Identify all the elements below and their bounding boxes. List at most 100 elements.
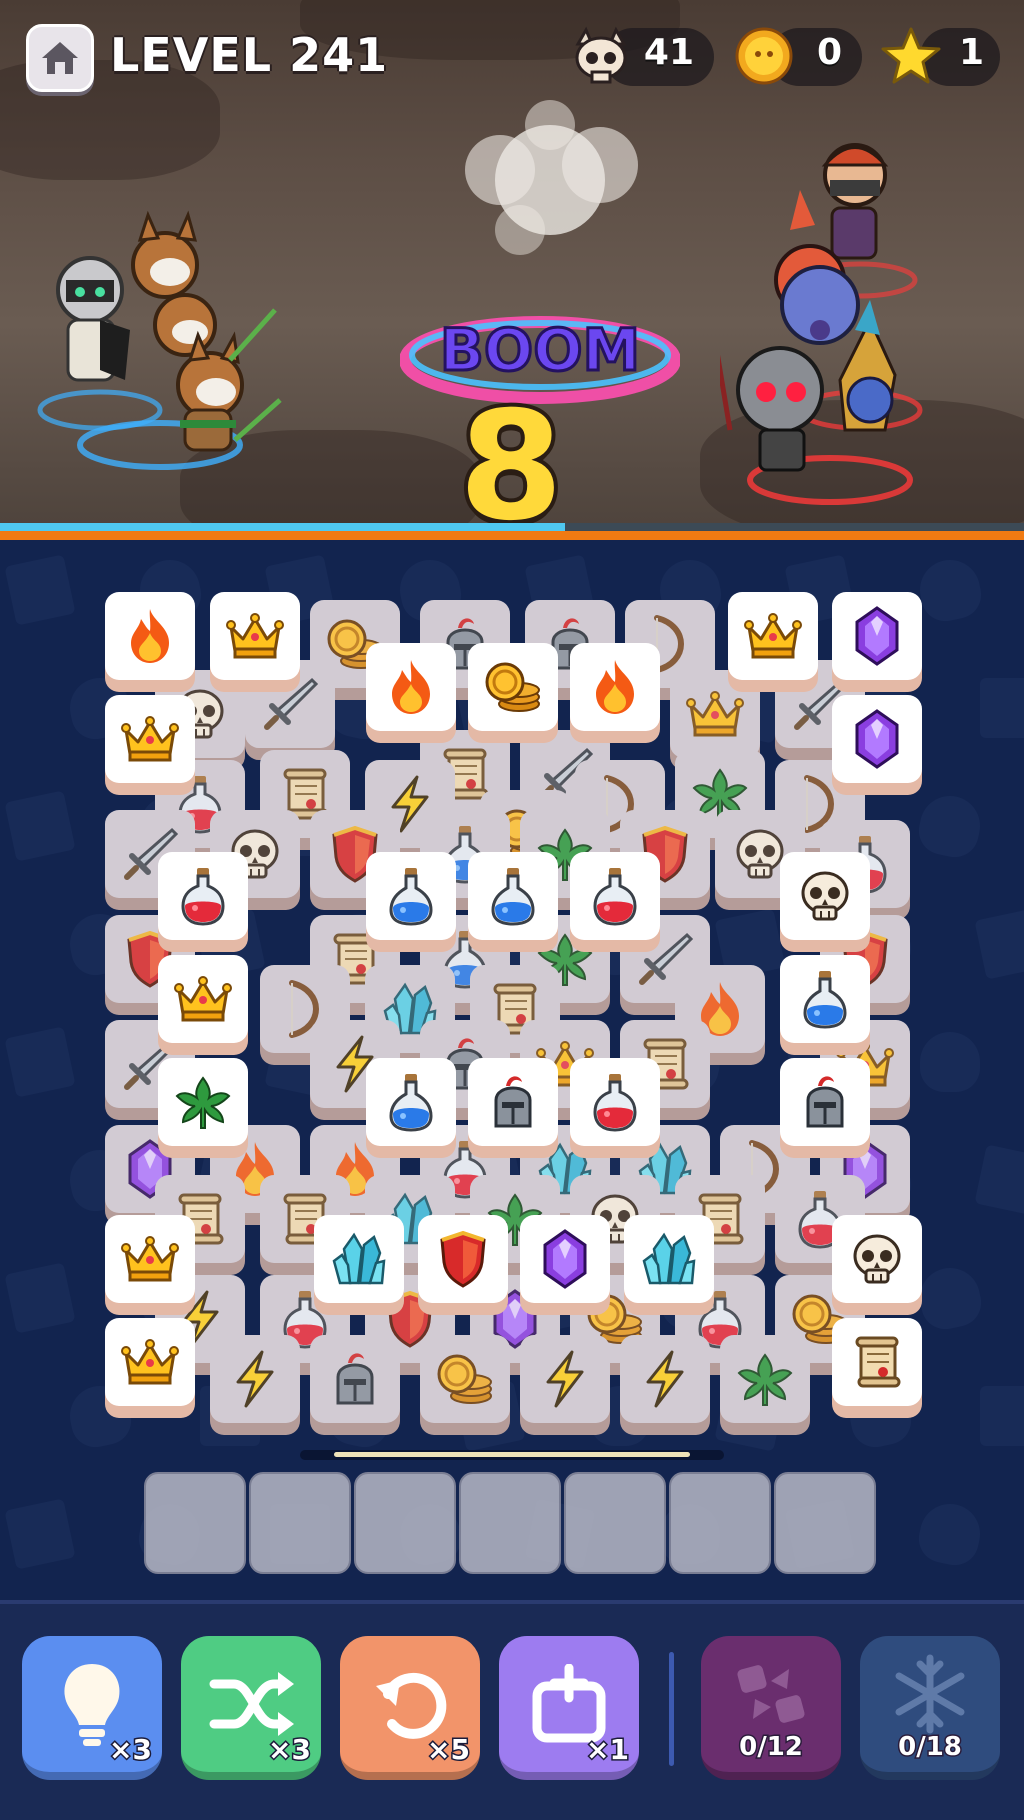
tile[interactable]	[468, 1058, 558, 1158]
board-pattern-shape	[4, 1498, 76, 1570]
tile-face	[570, 643, 660, 731]
tile[interactable]	[418, 1215, 508, 1315]
board-pattern-shape	[4, 1026, 76, 1098]
tile-face	[832, 1215, 922, 1303]
enemy-party	[720, 143, 923, 505]
tile-face	[210, 1335, 300, 1423]
home-button[interactable]	[26, 24, 94, 92]
tile-face	[780, 955, 870, 1043]
game-screen: BOOM 8 LEVEL 241 41 0 1 ×3 ×3 ×5 ×1 0/12…	[0, 0, 1024, 1820]
tile[interactable]	[570, 1058, 660, 1158]
crystal-icon	[330, 1231, 388, 1287]
battle-progress-fill	[0, 523, 565, 531]
tile	[210, 1335, 300, 1435]
tile-face	[314, 1215, 404, 1303]
potion-blue-icon	[801, 969, 849, 1029]
collapse-arrows-icon	[737, 1665, 805, 1723]
smoke-effect	[465, 100, 638, 255]
tile-face	[728, 592, 818, 680]
tile-face	[366, 643, 456, 731]
tile[interactable]	[158, 955, 248, 1055]
tile	[720, 1335, 810, 1435]
tile[interactable]	[105, 592, 195, 692]
shuffle-button[interactable]: ×3	[181, 1636, 321, 1780]
tile-face	[468, 852, 558, 940]
tile	[420, 1335, 510, 1435]
tile-face	[158, 1058, 248, 1146]
tile-face	[832, 1318, 922, 1406]
add-slot-button[interactable]: ×1	[499, 1636, 639, 1780]
tile[interactable]	[832, 695, 922, 795]
tile-face	[210, 592, 300, 680]
board-pattern-shape	[974, 908, 1024, 980]
tile-face	[832, 592, 922, 680]
hint-button[interactable]: ×3	[22, 1636, 162, 1780]
tile-face	[780, 852, 870, 940]
tile[interactable]	[158, 1058, 248, 1158]
potion-red-icon	[179, 866, 227, 926]
tray-slot	[669, 1472, 771, 1574]
tile[interactable]	[468, 643, 558, 743]
tile[interactable]	[314, 1215, 404, 1315]
lightning-icon	[542, 1350, 588, 1408]
tile[interactable]	[624, 1215, 714, 1315]
tray-slot	[774, 1472, 876, 1574]
board-pattern-shape	[914, 554, 986, 626]
tray-slot	[249, 1472, 351, 1574]
tile-face	[158, 852, 248, 940]
tile[interactable]	[728, 592, 818, 692]
tile[interactable]	[366, 1058, 456, 1158]
scroll-icon	[849, 1334, 905, 1390]
tile[interactable]	[780, 1058, 870, 1158]
tile[interactable]	[105, 695, 195, 795]
tile[interactable]	[520, 1215, 610, 1315]
collapse-button[interactable]: 0/12	[701, 1636, 841, 1780]
board-pattern-shape	[4, 790, 76, 862]
tray-slot	[354, 1472, 456, 1574]
tile[interactable]	[105, 1215, 195, 1315]
tile[interactable]	[780, 852, 870, 952]
add-slot-count: ×1	[585, 1732, 631, 1768]
hero-party	[37, 210, 282, 470]
tray-rail-highlight	[334, 1452, 690, 1457]
fire-icon	[123, 607, 177, 665]
freeze-button[interactable]: 0/18	[860, 1636, 1000, 1780]
board-pattern-shape	[980, 1386, 1024, 1446]
skull-icon	[851, 1232, 903, 1286]
tile[interactable]	[158, 852, 248, 952]
potion-red-icon	[591, 866, 639, 926]
tile[interactable]	[210, 592, 300, 692]
leaf-icon	[737, 1351, 793, 1407]
helmet-icon	[486, 1072, 540, 1132]
level-label: LEVEL 241	[110, 28, 389, 82]
tile[interactable]	[366, 643, 456, 743]
board-pattern-shape	[914, 1498, 986, 1570]
tile[interactable]	[570, 852, 660, 952]
undo-button[interactable]: ×5	[340, 1636, 480, 1780]
tile[interactable]	[366, 852, 456, 952]
crown-icon	[685, 691, 745, 737]
tile-face	[158, 955, 248, 1043]
tile	[520, 1335, 610, 1435]
lightning-icon	[642, 1350, 688, 1408]
skull-icon	[799, 869, 851, 923]
crown-icon	[120, 1339, 180, 1385]
tile-face	[570, 1058, 660, 1146]
tile[interactable]	[780, 955, 870, 1055]
gem-icon	[541, 1229, 589, 1289]
undo-icon	[376, 1672, 447, 1739]
tile[interactable]	[570, 643, 660, 743]
shuffle-icon	[209, 1672, 294, 1736]
board-pattern-shape	[974, 1144, 1024, 1216]
tile[interactable]	[832, 1215, 922, 1315]
tile[interactable]	[468, 852, 558, 952]
crown-icon	[120, 1236, 180, 1282]
potion-blue-icon	[489, 866, 537, 926]
tile-face	[832, 695, 922, 783]
tile-face	[520, 1215, 610, 1303]
tile[interactable]	[832, 1318, 922, 1418]
wave-counter: 8	[455, 380, 567, 540]
tile[interactable]	[832, 592, 922, 692]
tile[interactable]	[105, 1318, 195, 1418]
board-pattern-shape	[4, 1262, 76, 1334]
